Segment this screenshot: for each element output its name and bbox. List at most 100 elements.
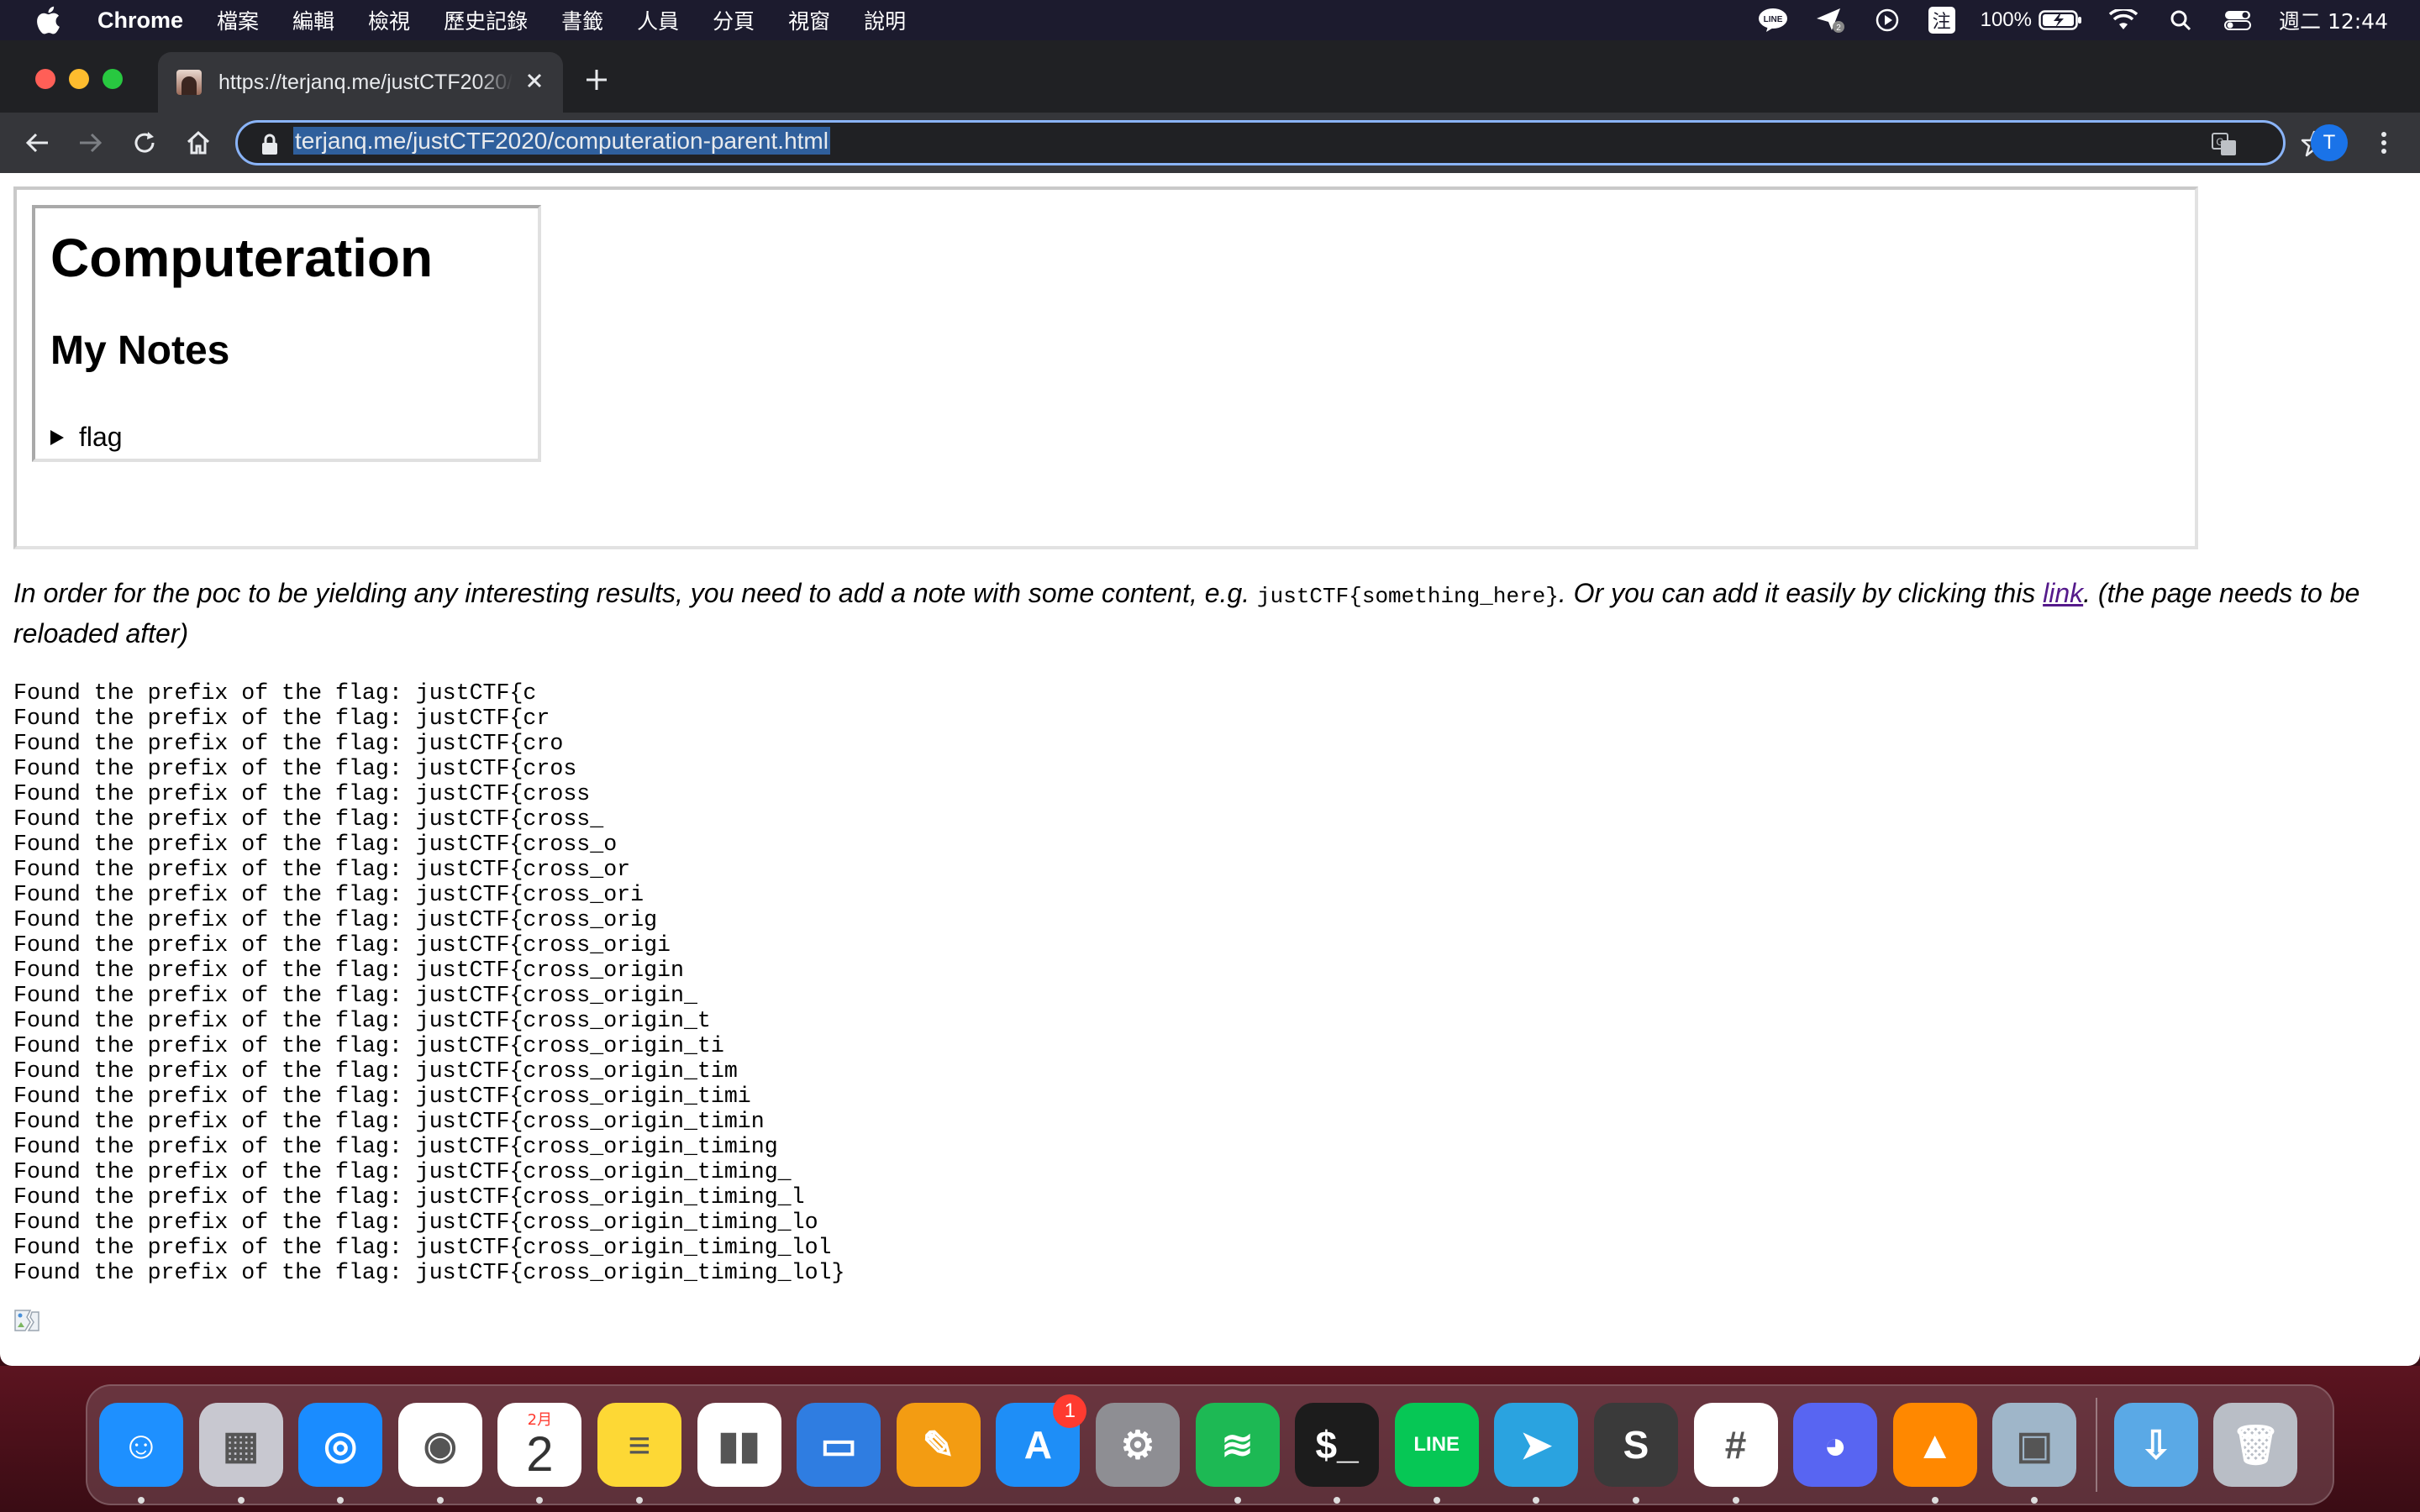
notes-iframe: Computeration My Notes flag — [32, 205, 541, 462]
pages-icon[interactable]: ✎ — [896, 1403, 981, 1487]
dock-glyph: 🗑 — [2231, 1422, 2281, 1467]
home-button[interactable] — [182, 126, 215, 160]
lock-icon[interactable] — [260, 134, 280, 155]
result-line: Found the prefix of the flag: justCTF{cr — [13, 706, 550, 731]
menu-edit[interactable]: 編輯 — [292, 5, 334, 35]
spotlight-search-icon[interactable] — [2165, 8, 2196, 33]
result-line: Found the prefix of the flag: justCTF{cr… — [13, 1084, 751, 1109]
keynote-icon[interactable]: ▭ — [797, 1403, 881, 1487]
menu-history[interactable]: 歷史記錄 — [444, 5, 528, 35]
menu-file[interactable]: 檔案 — [217, 5, 259, 35]
outer-iframe: Computeration My Notes flag — [13, 186, 2198, 549]
control-center-icon[interactable] — [2222, 8, 2254, 33]
notes-icon[interactable]: ≡ — [597, 1403, 681, 1504]
menu-tab[interactable]: 分頁 — [713, 5, 755, 35]
translate-icon[interactable]: G — [2211, 131, 2238, 158]
slack-icon[interactable]: # — [1693, 1403, 1778, 1504]
running-indicator — [1931, 1497, 1939, 1504]
result-line: Found the prefix of the flag: justCTF{cr… — [13, 1008, 711, 1033]
downloads-folder-icon[interactable]: ⇩ — [2113, 1403, 2198, 1487]
menu-app-name[interactable]: Chrome — [97, 8, 183, 34]
note-flag-toggle[interactable]: flag — [49, 422, 123, 453]
result-line: Found the prefix of the flag: justCTF{cr… — [13, 1058, 738, 1084]
dock-glyph: ▦ — [222, 1423, 260, 1467]
intro-example-code: justCTF{something_here} — [1257, 584, 1559, 609]
result-line: Found the prefix of the flag: justCTF{cr… — [13, 832, 618, 857]
running-indicator — [2031, 1497, 2039, 1504]
result-line: Found the prefix of the flag: justCTF{cr… — [13, 1184, 805, 1210]
menu-window[interactable]: 視窗 — [788, 5, 830, 35]
play-circle-icon[interactable] — [1871, 8, 1903, 33]
dock-glyph: ▲ — [1915, 1423, 1954, 1467]
result-line: Found the prefix of the flag: justCTF{cr… — [13, 1210, 818, 1235]
result-line: Found the prefix of the flag: justCTF{cr… — [13, 1260, 845, 1285]
dock-glyph: ➤ — [1520, 1423, 1553, 1467]
result-line: Found the prefix of the flag: justCTF{cr… — [13, 983, 697, 1008]
window-close-button[interactable] — [35, 69, 55, 89]
new-tab-button[interactable] — [580, 66, 613, 99]
menu-view[interactable]: 檢視 — [368, 5, 410, 35]
dock-glyph: ◉ — [423, 1423, 457, 1467]
input-method-icon[interactable]: 注 — [1928, 7, 1955, 34]
disclosure-triangle-icon — [50, 429, 64, 445]
profile-avatar[interactable]: T — [2311, 124, 2348, 161]
dock-glyph: ▮▮ — [718, 1423, 760, 1467]
battery-icon[interactable] — [2039, 8, 2082, 33]
trash-icon[interactable]: 🗑 — [2213, 1403, 2298, 1487]
discord-icon[interactable]: ◕ — [1793, 1403, 1878, 1487]
safari-icon[interactable]: ◎ — [298, 1403, 383, 1504]
finder-icon[interactable]: ☺ — [99, 1403, 183, 1504]
chrome-icon[interactable]: ◉ — [397, 1403, 482, 1504]
share-icon[interactable]: 2 — [1814, 8, 1846, 33]
svg-text:LINE: LINE — [1763, 15, 1782, 24]
back-button[interactable] — [20, 126, 54, 160]
menu-clock[interactable]: 週二 12:44 — [2279, 5, 2388, 35]
window-zoom-button[interactable] — [103, 69, 123, 89]
intro-text-middle: . Or you can add it easily by clicking t… — [1558, 578, 2044, 608]
sublime-text-icon[interactable]: S — [1593, 1403, 1678, 1504]
menu-people[interactable]: 人員 — [637, 5, 679, 35]
calendar-day: 2 — [526, 1427, 554, 1482]
reload-button[interactable] — [128, 126, 161, 160]
telegram-icon[interactable]: ➤ — [1494, 1403, 1579, 1504]
running-indicator — [1234, 1497, 1241, 1504]
wifi-icon[interactable] — [2107, 8, 2139, 33]
result-line: Found the prefix of the flag: justCTF{cr… — [13, 958, 684, 983]
dock-glyph: LINE — [1413, 1433, 1460, 1456]
line-app-icon[interactable]: LINE — [1394, 1403, 1479, 1504]
terminal-icon[interactable]: $_ — [1295, 1403, 1380, 1504]
system-preferences-icon[interactable]: ⚙ — [1095, 1403, 1180, 1487]
calendar-icon[interactable]: 2月 2 — [497, 1403, 582, 1504]
menu-bookmarks[interactable]: 書籤 — [561, 5, 603, 35]
running-indicator — [436, 1497, 444, 1504]
menu-bar: Chrome 檔案 編輯 檢視 歷史記錄 書籤 人員 分頁 視窗 說明 LINE… — [0, 0, 2420, 40]
running-indicator — [237, 1497, 245, 1504]
browser-tab[interactable]: https://terjanq.me/justCTF2020/computera… — [158, 52, 563, 113]
result-line: Found the prefix of the flag: justCTF{cr… — [13, 781, 591, 806]
result-line: Found the prefix of the flag: justCTF{cr… — [13, 1159, 792, 1184]
window-minimize-button[interactable] — [69, 69, 89, 89]
url-highlighted[interactable]: terjanq.me/justCTF2020/computeration-par… — [293, 127, 830, 155]
dock-glyph: ☺ — [121, 1423, 161, 1467]
url-text[interactable]: terjanq.me/justCTF2020/computeration-par… — [293, 127, 830, 155]
vlc-icon[interactable]: ▲ — [1892, 1403, 1977, 1504]
apple-icon[interactable] — [34, 3, 62, 37]
dock-glyph: ▭ — [820, 1423, 857, 1467]
running-indicator — [536, 1497, 544, 1504]
numbers-icon[interactable]: ▮▮ — [697, 1403, 781, 1487]
app-store-icon[interactable]: A1 — [996, 1394, 1087, 1487]
line-icon[interactable]: LINE — [1757, 8, 1789, 33]
result-line: Found the prefix of the flag: justCTF{cr… — [13, 882, 644, 907]
forward-button[interactable] — [74, 126, 108, 160]
menu-help[interactable]: 說明 — [864, 5, 906, 35]
address-bar[interactable]: terjanq.me/justCTF2020/computeration-par… — [235, 120, 2328, 165]
spotify-icon[interactable]: ≋ — [1195, 1403, 1280, 1504]
broken-image-icon — [13, 1309, 40, 1332]
launchpad-icon[interactable]: ▦ — [198, 1403, 283, 1504]
preview-icon[interactable]: ▣ — [1992, 1403, 2077, 1504]
dock-glyph: ≡ — [628, 1423, 651, 1467]
add-note-link[interactable]: link — [2043, 578, 2083, 608]
chrome-menu-icon[interactable] — [2370, 126, 2398, 160]
tab-close-icon[interactable] — [523, 71, 546, 94]
result-line: Found the prefix of the flag: justCTF{cr… — [13, 907, 658, 932]
